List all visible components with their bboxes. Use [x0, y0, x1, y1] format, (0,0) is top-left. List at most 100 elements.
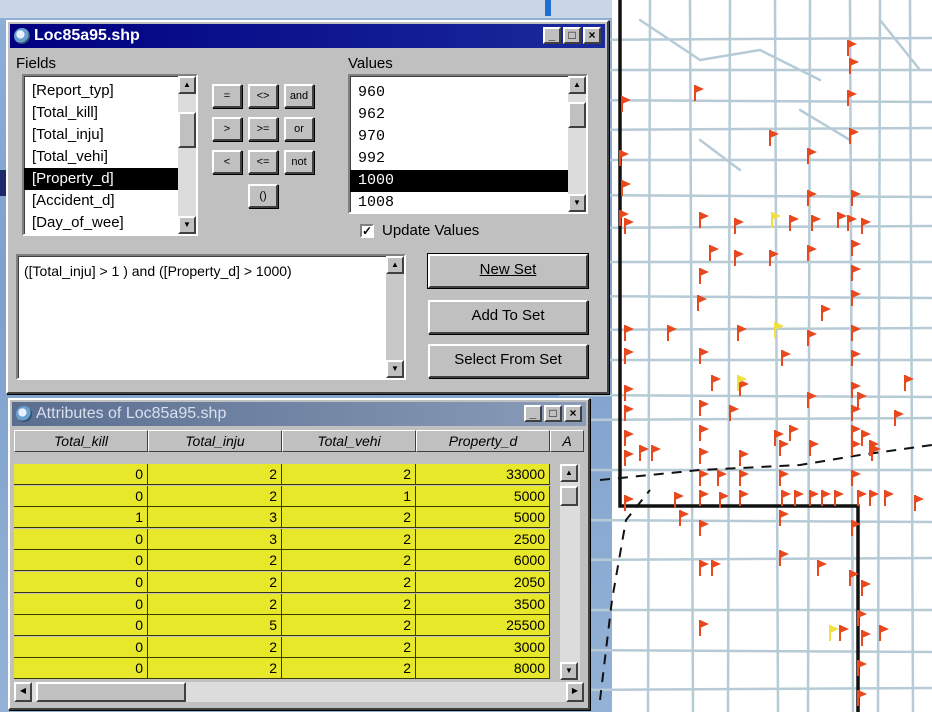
operator-greater-than-button[interactable]: >: [212, 117, 242, 141]
table-cell[interactable]: 3000: [416, 636, 550, 658]
table-cell[interactable]: 2: [148, 572, 282, 593]
table-cell[interactable]: 0: [14, 658, 148, 680]
query-builder-titlebar[interactable]: Loc85a95.shp _ □ ×: [10, 24, 605, 48]
table-cell[interactable]: 1: [14, 507, 148, 529]
table-cell[interactable]: 2: [282, 636, 416, 658]
column-header[interactable]: Total_kill: [14, 430, 148, 452]
column-header[interactable]: A: [550, 430, 584, 452]
operator-less-than-button[interactable]: <: [212, 150, 242, 174]
field-item[interactable]: [Day_of_wee]: [24, 212, 178, 234]
minimize-button[interactable]: _: [543, 27, 561, 44]
scroll-thumb[interactable]: [568, 102, 586, 128]
attributes-titlebar[interactable]: Attributes of Loc85a95.shp _ □ ×: [12, 402, 586, 426]
table-cell[interactable]: 33000: [416, 464, 550, 485]
table-cell[interactable]: 2: [282, 615, 416, 637]
scroll-up-icon[interactable]: ▲: [386, 256, 404, 274]
table-row[interactable]: 1 3 2 5000: [14, 507, 554, 529]
expression-scrollbar[interactable]: ▲ ▼: [386, 256, 404, 378]
table-cell[interactable]: 0: [14, 615, 148, 637]
table-cell[interactable]: 6000: [416, 550, 550, 572]
scroll-up-icon[interactable]: ▲: [560, 464, 578, 482]
attributes-window[interactable]: Attributes of Loc85a95.shp _ □ × Total_k…: [8, 398, 590, 710]
table-cell[interactable]: 0: [14, 636, 148, 658]
table-cell[interactable]: 0: [14, 593, 148, 615]
close-button[interactable]: ×: [564, 405, 582, 422]
table-row[interactable]: 0 2 2 8000: [14, 658, 554, 680]
operator-and-button[interactable]: and: [284, 84, 314, 108]
table-cell[interactable]: 0: [14, 550, 148, 572]
table-cell[interactable]: 2: [148, 464, 282, 485]
value-item[interactable]: 992: [350, 148, 568, 170]
scroll-up-icon[interactable]: ▲: [568, 76, 586, 94]
table-cell[interactable]: 0: [14, 528, 148, 550]
values-list[interactable]: 960 962 970 992 1000 1008 ▲ ▼: [348, 74, 588, 214]
fields-scrollbar[interactable]: ▲ ▼: [178, 76, 196, 234]
value-item[interactable]: 970: [350, 126, 568, 148]
field-item[interactable]: [Report_typ]: [24, 80, 178, 102]
table-cell[interactable]: 3: [148, 507, 282, 529]
table-row[interactable]: 0 3 2 2500: [14, 528, 554, 550]
fields-list[interactable]: [Report_typ] [Total_kill] [Total_inju] [Tot…: [22, 74, 198, 236]
table-cell[interactable]: 0: [14, 485, 148, 507]
table-cell[interactable]: 2: [148, 485, 282, 507]
table-row[interactable]: 0 2 2 3000: [14, 636, 554, 658]
table-row[interactable]: 0 2 2 6000: [14, 550, 554, 572]
table-cell[interactable]: 2050: [416, 572, 550, 593]
table-cell[interactable]: 2500: [416, 528, 550, 550]
scroll-up-icon[interactable]: ▲: [178, 76, 196, 94]
scroll-down-icon[interactable]: ▼: [386, 360, 404, 378]
query-builder-window[interactable]: Loc85a95.shp _ □ × Fields [Report_typ] [T…: [6, 20, 609, 394]
table-cell[interactable]: 1: [282, 485, 416, 507]
table-row[interactable]: 0 2 1 5000: [14, 485, 554, 507]
table-row[interactable]: 0 2 2 3500: [14, 593, 554, 615]
operator-equals-button[interactable]: =: [212, 84, 242, 108]
scroll-down-icon[interactable]: ▼: [568, 194, 586, 212]
scroll-down-icon[interactable]: ▼: [178, 216, 196, 234]
table-cell[interactable]: 2: [148, 550, 282, 572]
field-item[interactable]: [Accident_d]: [24, 190, 178, 212]
minimize-button[interactable]: _: [524, 405, 542, 422]
table-cell[interactable]: 2: [148, 658, 282, 680]
close-button[interactable]: ×: [583, 27, 601, 44]
scroll-thumb[interactable]: [36, 682, 186, 702]
table-cell[interactable]: 2: [282, 507, 416, 529]
table-cell[interactable]: 8000: [416, 658, 550, 680]
scroll-left-icon[interactable]: ◀: [14, 682, 32, 702]
table-vertical-scrollbar[interactable]: ▲ ▼: [560, 464, 580, 680]
table-cell[interactable]: 3500: [416, 593, 550, 615]
scroll-thumb[interactable]: [560, 486, 578, 506]
table-cell[interactable]: 2: [148, 593, 282, 615]
table-cell[interactable]: 2: [282, 658, 416, 680]
value-item[interactable]: 962: [350, 104, 568, 126]
maximize-button[interactable]: □: [563, 27, 581, 44]
table-horizontal-scrollbar[interactable]: ◀ ▶: [14, 682, 584, 702]
operator-greater-equal-button[interactable]: >=: [248, 117, 278, 141]
value-item[interactable]: 960: [350, 82, 568, 104]
table-cell[interactable]: 2: [282, 572, 416, 593]
scroll-thumb[interactable]: [178, 112, 196, 148]
table-cell[interactable]: 0: [14, 464, 148, 485]
operator-parentheses-button[interactable]: (): [248, 184, 278, 208]
column-header[interactable]: Property_d: [416, 430, 550, 452]
table-cell[interactable]: 2: [282, 528, 416, 550]
table-row[interactable]: 0 2 2 2050: [14, 572, 554, 593]
field-item[interactable]: [Total_vehi]: [24, 146, 178, 168]
operator-less-equal-button[interactable]: <=: [248, 150, 278, 174]
column-header[interactable]: Total_vehi: [282, 430, 416, 452]
operator-or-button[interactable]: or: [284, 117, 314, 141]
table-cell[interactable]: 3: [148, 528, 282, 550]
expression-textbox[interactable]: ([Total_inju] > 1 ) and ([Property_d] > …: [16, 254, 406, 380]
table-cell[interactable]: 5: [148, 615, 282, 637]
field-item[interactable]: [Total_kill]: [24, 102, 178, 124]
maximize-button[interactable]: □: [544, 405, 562, 422]
attributes-table[interactable]: Total_kill Total_inju Total_vehi Property_d…: [14, 430, 584, 680]
table-cell[interactable]: 2: [282, 464, 416, 485]
table-cell[interactable]: 2: [148, 636, 282, 658]
values-scrollbar[interactable]: ▲ ▼: [568, 76, 586, 212]
scroll-down-icon[interactable]: ▼: [560, 662, 578, 680]
field-item[interactable]: [Total_inju]: [24, 124, 178, 146]
table-cell[interactable]: 0: [14, 572, 148, 593]
select-from-set-button[interactable]: Select From Set: [428, 344, 588, 378]
column-header[interactable]: Total_inju: [148, 430, 282, 452]
add-to-set-button[interactable]: Add To Set: [428, 300, 588, 334]
